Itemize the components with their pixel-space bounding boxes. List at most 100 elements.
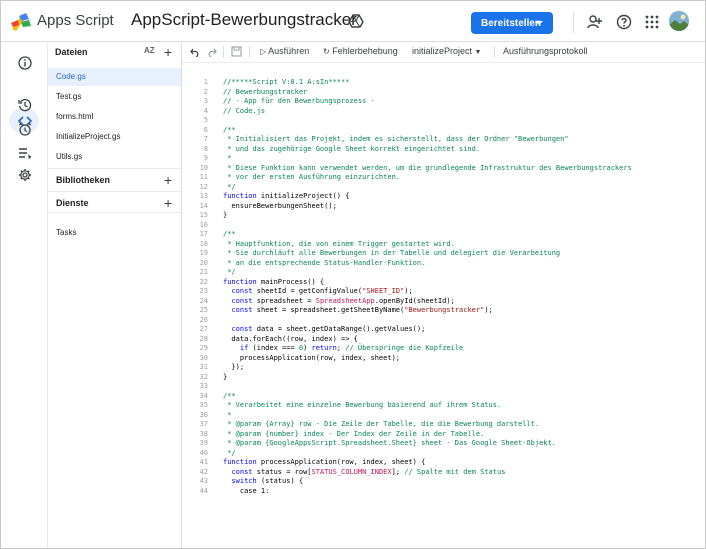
line-number: 17 xyxy=(199,230,208,238)
toolbar-separator xyxy=(494,46,495,58)
code-text: * und das zugehörige Google Sheet korrek… xyxy=(223,145,480,155)
file-item[interactable]: Utils.gs xyxy=(48,148,181,166)
project-title[interactable]: AppScript-Bewerbungstracker xyxy=(131,10,357,30)
history-icon[interactable] xyxy=(16,96,34,114)
code-text: * an die entsprechende Status-Handler-Fu… xyxy=(223,259,425,269)
code-text: const spreadsheet = SpreadsheetApp.openB… xyxy=(223,296,454,307)
code-token: * Sie durchläuft alle Bewerbungen in der… xyxy=(223,249,561,257)
line-number: 37 xyxy=(199,420,208,428)
code-token: function xyxy=(223,277,257,286)
line-number: 28 xyxy=(199,334,208,343)
deploy-button[interactable]: Bereitstellen xyxy=(471,12,553,34)
code-text: * xyxy=(223,154,231,164)
save-icon[interactable] xyxy=(231,46,242,57)
code-text: /** xyxy=(223,230,236,240)
code-text: function initializeProject() { xyxy=(223,192,349,202)
add-library-plus-icon[interactable]: + xyxy=(164,173,172,187)
line-number: 33 xyxy=(199,382,208,390)
redo-icon[interactable] xyxy=(207,47,217,57)
line-number: 2 xyxy=(203,87,208,96)
file-item[interactable]: Test.gs xyxy=(48,88,181,106)
debug-button[interactable]: ↻ Fehlerbehebung xyxy=(323,46,398,56)
line-number: 10 xyxy=(199,163,208,172)
code-token: data = sheet.getDataRange().getValues(); xyxy=(252,325,426,333)
code-token: ]; xyxy=(391,467,405,476)
line-number: 12 xyxy=(199,182,208,191)
file-item[interactable]: InitializeProject.gs xyxy=(48,128,181,146)
libraries-section[interactable]: Bibliotheken + xyxy=(48,168,181,190)
drive-icon[interactable] xyxy=(348,14,364,28)
code-token: sheetId = getConfigValue( xyxy=(252,287,363,295)
code-text: * @param {GoogleAppsScript.Spreadsheet.S… xyxy=(223,439,556,449)
line-number: 1 xyxy=(203,78,208,86)
add-file-plus-icon[interactable]: + xyxy=(164,45,172,59)
code-token: */ xyxy=(223,182,236,191)
run-button[interactable]: ▷ Ausführen xyxy=(260,46,309,56)
add-service-plus-icon[interactable]: + xyxy=(164,196,172,210)
line-number: 36 xyxy=(199,410,208,419)
code-text: data.forEach((row, index) => { xyxy=(223,335,357,345)
code-token: return xyxy=(311,344,337,352)
apps-grid-icon[interactable] xyxy=(644,14,660,30)
code-text: const data = sheet.getDataRange().getVal… xyxy=(223,325,425,335)
line-number: 15 xyxy=(199,211,208,219)
code-text: const sheetId = getConfigValue("SHEET_ID… xyxy=(223,287,412,297)
line-number: 7 xyxy=(203,135,208,143)
code-token: // Überspringe die Kopfzeile xyxy=(345,344,464,352)
user-avatar[interactable] xyxy=(669,11,689,31)
file-item[interactable]: Code.gs xyxy=(48,68,181,86)
code-text: * Initialisiert das Projekt, indem es si… xyxy=(223,135,568,145)
avatar-image-icon xyxy=(669,11,689,31)
code-token: // Bewerbungstracker xyxy=(223,87,308,96)
code-token: */ xyxy=(223,268,236,276)
tasks-label[interactable]: Tasks xyxy=(56,228,76,237)
line-number: 16 xyxy=(199,220,208,229)
function-select[interactable]: initializeProject ▼ xyxy=(412,46,481,56)
code-editor[interactable]: 1 //*****Script V:0.1 A:sIn***** 2 // Bewer… xyxy=(182,63,705,548)
line-number: 41 xyxy=(199,458,208,466)
code-text: function mainProcess() { xyxy=(223,278,324,288)
apps-script-logo-icon[interactable] xyxy=(10,11,32,31)
settings-gear-icon[interactable] xyxy=(16,166,34,184)
overview-info-icon[interactable] xyxy=(16,54,34,72)
executions-list-icon[interactable] xyxy=(16,144,34,162)
code-token: const xyxy=(231,306,253,314)
code-text: */ xyxy=(223,449,235,459)
line-number: 4 xyxy=(203,106,208,115)
code-text: * xyxy=(223,411,231,421)
add-person-icon[interactable] xyxy=(587,14,603,30)
line-number: 14 xyxy=(199,201,208,210)
run-label: Ausführen xyxy=(268,46,310,56)
line-number: 11 xyxy=(199,173,208,181)
line-number: 6 xyxy=(203,125,208,134)
undo-icon[interactable] xyxy=(190,47,200,57)
code-text: * @param {Array} row - Die Zeile der Tab… xyxy=(223,420,539,430)
services-section[interactable]: Dienste + xyxy=(48,191,181,213)
code-text: }); xyxy=(223,363,244,373)
app-name[interactable]: Apps Script xyxy=(37,12,114,29)
triggers-alarm-icon[interactable] xyxy=(16,120,34,138)
line-number: 18 xyxy=(199,239,208,248)
help-icon[interactable] xyxy=(616,14,632,30)
code-text: ensureBewerbungenSheet(); xyxy=(223,202,336,212)
execution-log-button[interactable]: Ausführungsprotokoll xyxy=(503,46,588,56)
code-token: }); xyxy=(223,363,245,371)
code-token: (status) { xyxy=(256,477,304,485)
code-token: /** xyxy=(223,125,236,134)
code-token: SpreadsheetApp xyxy=(315,296,375,305)
files-title: Dateien xyxy=(55,47,88,57)
code-text: // - App für den Bewerbungsprozess - xyxy=(223,97,375,107)
code-token: * Hauptfunktion, die von einem Trigger g… xyxy=(223,239,455,248)
files-header: Dateien AZ + xyxy=(48,42,181,62)
line-number: 26 xyxy=(199,315,208,324)
code-token: "Bewerbungstracker" xyxy=(404,306,485,314)
sort-az-icon[interactable]: AZ xyxy=(144,46,155,55)
file-item[interactable]: forms.html xyxy=(48,108,181,126)
code-text: * Hauptfunktion, die von einem Trigger g… xyxy=(223,240,455,250)
code-text: * Diese Funktion kann verwendet werden, … xyxy=(223,164,632,174)
chevron-down-icon xyxy=(535,21,543,25)
code-text: function processApplication(row, index, … xyxy=(223,458,425,468)
line-number: 38 xyxy=(199,429,208,438)
code-text: * Sie durchläuft alle Bewerbungen in der… xyxy=(223,249,560,259)
